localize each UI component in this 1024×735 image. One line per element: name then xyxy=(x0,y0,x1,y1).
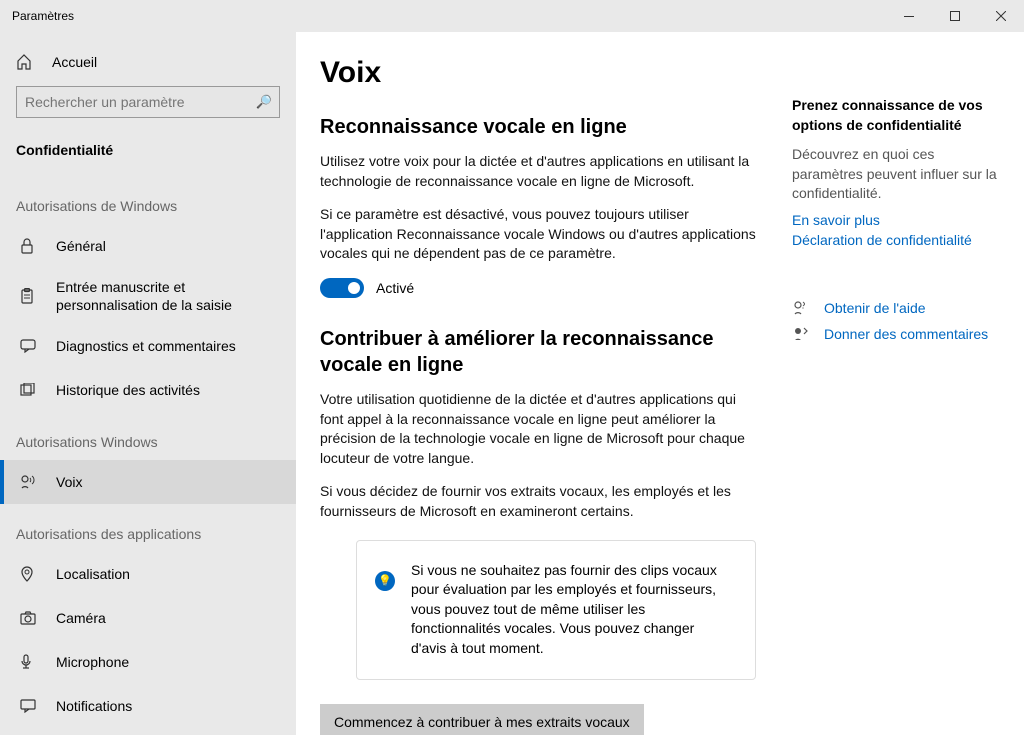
nav-label: Localisation xyxy=(56,565,280,583)
notification-icon xyxy=(20,699,38,713)
nav-inking[interactable]: Entrée manuscrite et personnalisation de… xyxy=(0,268,296,324)
search-input[interactable] xyxy=(16,86,280,118)
online-speech-toggle[interactable] xyxy=(320,278,364,298)
nav-label: Diagnostics et commentaires xyxy=(56,337,280,355)
nav-location[interactable]: Localisation xyxy=(0,552,296,596)
nav-general[interactable]: Général xyxy=(0,224,296,268)
feedback-row[interactable]: Donner des commentaires xyxy=(792,326,1000,342)
history-icon xyxy=(20,383,38,397)
search-icon: 🔍 xyxy=(256,94,272,110)
home-nav[interactable]: Accueil xyxy=(0,44,296,80)
aside-heading: Prenez connaissance de vos options de co… xyxy=(792,96,1000,135)
location-icon xyxy=(20,566,38,582)
nav-voice[interactable]: Voix xyxy=(0,460,296,504)
help-icon xyxy=(792,300,810,316)
current-category: Confidentialité xyxy=(0,130,296,176)
section-heading: Contribuer à améliorer la reconnaissance… xyxy=(320,326,756,378)
nav-label: Voix xyxy=(56,473,280,491)
nav-microphone[interactable]: Microphone xyxy=(0,640,296,684)
titlebar: Paramètres xyxy=(0,0,1024,32)
nav-label: Microphone xyxy=(56,653,280,671)
learn-more-link[interactable]: En savoir plus xyxy=(792,212,1000,228)
nav-label: Caméra xyxy=(56,609,280,627)
content: Voix Reconnaissance vocale en ligne Util… xyxy=(296,32,1024,735)
minimize-button[interactable] xyxy=(886,0,932,32)
lock-icon xyxy=(20,238,38,254)
get-help-link[interactable]: Obtenir de l'aide xyxy=(824,300,926,316)
window-title: Paramètres xyxy=(12,9,886,23)
feedback-icon xyxy=(20,339,38,353)
nav-camera[interactable]: Caméra xyxy=(0,596,296,640)
nav-activity[interactable]: Historique des activités xyxy=(0,368,296,412)
voice-icon xyxy=(20,474,38,490)
body-text: Utilisez votre voix pour la dictée et d'… xyxy=(320,152,756,191)
maximize-button[interactable] xyxy=(932,0,978,32)
microphone-icon xyxy=(20,654,38,670)
main-column: Voix Reconnaissance vocale en ligne Util… xyxy=(320,56,756,735)
contribute-button[interactable]: Commencez à contribuer à mes extraits vo… xyxy=(320,704,644,735)
home-label: Accueil xyxy=(52,54,97,70)
feedback-icon xyxy=(792,326,810,342)
tip-text: Si vous ne souhaitez pas fournir des cli… xyxy=(411,561,731,659)
help-row[interactable]: Obtenir de l'aide xyxy=(792,300,1000,316)
nav-notifications[interactable]: Notifications xyxy=(0,684,296,728)
toggle-row: Activé xyxy=(320,278,756,298)
body-text: Votre utilisation quotidienne de la dict… xyxy=(320,390,756,468)
camera-icon xyxy=(20,611,38,625)
body-text: Si vous décidez de fournir vos extraits … xyxy=(320,482,756,521)
nav-label: Historique des activités xyxy=(56,381,280,399)
section-header-1: Autorisations de Windows xyxy=(0,176,296,224)
tip-box: 💡 Si vous ne souhaitez pas fournir des c… xyxy=(356,540,756,680)
nav-label: Général xyxy=(56,237,280,255)
section-heading: Reconnaissance vocale en ligne xyxy=(320,114,756,140)
body-text: Si ce paramètre est désactivé, vous pouv… xyxy=(320,205,756,264)
toggle-label: Activé xyxy=(376,280,414,296)
give-feedback-link[interactable]: Donner des commentaires xyxy=(824,326,988,342)
nav-label: Entrée manuscrite et personnalisation de… xyxy=(56,278,280,314)
section-header-3: Autorisations des applications xyxy=(0,504,296,552)
section-header-2: Autorisations Windows xyxy=(0,412,296,460)
home-icon xyxy=(16,54,34,70)
nav-label: Notifications xyxy=(56,697,280,715)
nav-diagnostics[interactable]: Diagnostics et commentaires xyxy=(0,324,296,368)
aside-column: Prenez connaissance de vos options de co… xyxy=(792,56,1000,735)
privacy-statement-link[interactable]: Déclaration de confidentialité xyxy=(792,232,1000,248)
page-title: Voix xyxy=(320,56,756,90)
clipboard-icon xyxy=(20,288,38,304)
aside-text: Découvrez en quoi ces paramètres peuvent… xyxy=(792,145,1000,204)
search-container: 🔍 xyxy=(0,80,296,130)
window-controls xyxy=(886,0,1024,32)
sidebar: Accueil 🔍 Confidentialité Autorisations … xyxy=(0,32,296,735)
tip-icon: 💡 xyxy=(375,571,395,591)
close-button[interactable] xyxy=(978,0,1024,32)
